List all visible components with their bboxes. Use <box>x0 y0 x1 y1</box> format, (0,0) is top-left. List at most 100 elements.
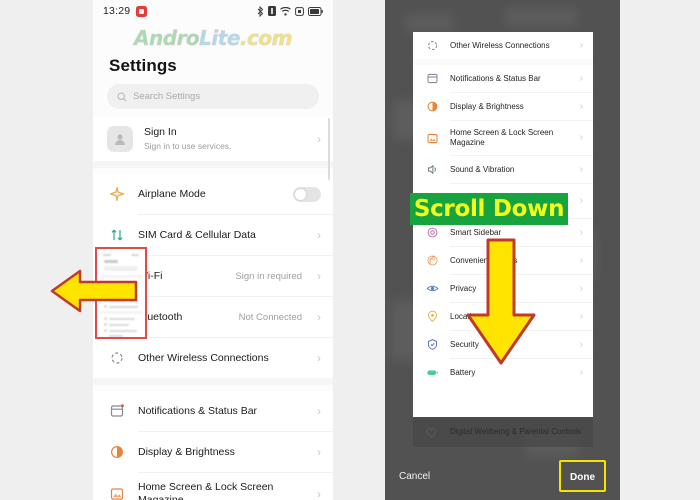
chevron-right-icon: › <box>579 254 583 266</box>
smart-sidebar-icon <box>425 225 440 240</box>
sheet-item-label: Sound & Vibration <box>450 164 515 174</box>
privacy-icon <box>425 281 440 296</box>
chevron-right-icon: › <box>579 100 583 112</box>
chevron-right-icon: › <box>579 39 583 51</box>
scroll-down-banner: Scroll Down <box>410 193 568 225</box>
screenshot-root: 13:29 AndroLite.com Settings Search Sett… <box>0 0 700 500</box>
sheet-item-label: Home Screen & Lock Screen Magazine <box>450 128 554 147</box>
chevron-right-icon: › <box>579 282 583 294</box>
sheet-item-label: Smart Sidebar <box>450 227 502 237</box>
wifi-label: Wi-Fi <box>138 269 163 282</box>
watermark-part-andro: Andro <box>134 26 200 51</box>
battery-icon <box>425 365 440 380</box>
sheet-footer: Cancel Done <box>385 452 620 500</box>
cancel-button[interactable]: Cancel <box>399 471 430 482</box>
sound-icon <box>425 162 440 177</box>
section-gap <box>93 378 333 385</box>
chevron-right-icon: › <box>317 351 321 365</box>
sidebar-item-notifications[interactable]: Notifications & Status Bar › <box>93 391 333 431</box>
chevron-right-icon: › <box>317 228 321 242</box>
display-brightness-label: Display & Brightness <box>138 445 235 458</box>
sheet-item-label: Display & Brightness <box>450 101 524 111</box>
wireless-icon <box>107 348 127 368</box>
brightness-icon <box>425 99 440 114</box>
notifications-icon <box>107 401 127 421</box>
chevron-right-icon: › <box>317 445 321 459</box>
watermark-part-lite: Lite <box>199 26 241 51</box>
sheet-item-display-brightness[interactable]: Display & Brightness › <box>413 93 593 120</box>
scroll-down-text: Scroll Down <box>413 196 565 222</box>
sheet-item-label: Notifications & Status Bar <box>450 73 541 83</box>
vibrate-icon <box>295 6 304 16</box>
sheet-item-digital-wellbeing[interactable]: Digital Wellbeing & Parental Controls <box>413 417 593 447</box>
airplane-icon <box>107 184 127 204</box>
bluetooth-status-value: Not Connected <box>238 311 302 323</box>
location-icon <box>425 309 440 324</box>
sign-in-subtitle: Sign in to use services. <box>144 141 232 151</box>
wellbeing-icon <box>425 425 440 440</box>
user-avatar-icon <box>107 126 133 152</box>
signal-icon <box>268 6 276 16</box>
left-phone-screenshot: 13:29 AndroLite.com Settings Search Sett… <box>93 0 333 500</box>
search-icon <box>117 91 127 102</box>
chevron-right-icon: › <box>317 310 321 324</box>
status-bar: 13:29 <box>93 0 333 22</box>
watermark-part-com: .com <box>239 26 293 51</box>
sidebar-item-airplane-mode[interactable]: Airplane Mode <box>93 174 333 214</box>
chevron-right-icon: › <box>579 310 583 322</box>
sign-in-card: Sign In Sign in to use services. › <box>93 117 333 161</box>
display-card: Notifications & Status Bar › Display & B… <box>93 391 333 500</box>
other-wireless-label: Other Wireless Connections <box>138 351 269 364</box>
done-button[interactable]: Done <box>570 472 595 483</box>
sheet-item-other-wireless[interactable]: Other Wireless Connections › <box>413 32 593 59</box>
search-placeholder: Search Settings <box>133 91 201 102</box>
wireless-icon <box>425 38 440 53</box>
done-button-highlight: Done <box>559 460 606 492</box>
chevron-right-icon: › <box>579 195 583 206</box>
section-gap <box>93 161 333 168</box>
sheet-item-sound-vibration[interactable]: Sound & Vibration › <box>413 156 593 183</box>
brightness-icon <box>107 442 127 462</box>
screen-record-icon <box>136 5 148 17</box>
home-screen-icon <box>425 131 440 146</box>
convenience-icon <box>425 253 440 268</box>
bluetooth-label: Bluetooth <box>138 310 183 323</box>
sheet-item-notifications[interactable]: Notifications & Status Bar › <box>413 65 593 92</box>
sidebar-item-display-brightness[interactable]: Display & Brightness › <box>93 432 333 472</box>
notifications-label: Notifications & Status Bar <box>138 404 258 417</box>
sidebar-item-sign-in[interactable]: Sign In Sign in to use services. › <box>93 117 333 161</box>
airplane-mode-label: Airplane Mode <box>138 187 206 200</box>
sim-card-label: SIM Card & Cellular Data <box>138 228 256 241</box>
battery-icon <box>308 6 323 16</box>
sheet-item-label: Other Wireless Connections <box>450 40 550 50</box>
sim-card-icon <box>107 225 127 245</box>
airplane-mode-toggle[interactable] <box>293 186 321 202</box>
sidebar-item-other-wireless[interactable]: Other Wireless Connections › <box>93 338 333 378</box>
wifi-status-value: Sign in required <box>235 270 302 282</box>
security-icon <box>425 337 440 352</box>
home-lock-screen-label: Home Screen & Lock Screen Magazine <box>138 481 274 500</box>
search-input[interactable]: Search Settings <box>107 84 319 109</box>
chevron-right-icon: › <box>579 226 583 238</box>
arrow-down-icon <box>466 238 536 365</box>
chevron-right-icon: › <box>579 132 583 143</box>
chevron-right-icon: › <box>579 338 583 350</box>
notifications-icon <box>425 71 440 86</box>
chevron-right-icon: › <box>317 487 321 500</box>
wifi-icon <box>280 6 291 16</box>
chevron-right-icon: › <box>579 366 583 378</box>
status-bar-icons <box>257 5 323 17</box>
bluetooth-icon <box>257 5 264 17</box>
sheet-item-label: Digital Wellbeing & Parental Controls <box>450 427 582 436</box>
status-bar-time: 13:29 <box>103 5 131 17</box>
home-screen-icon <box>107 484 127 500</box>
sidebar-item-home-lock-screen[interactable]: Home Screen & Lock Screen Magazine › <box>93 473 333 500</box>
page-title: Settings <box>109 56 177 75</box>
site-watermark: AndroLite.com <box>93 22 333 52</box>
sheet-item-home-lock-screen[interactable]: Home Screen & Lock Screen Magazine › <box>413 121 593 155</box>
chevron-right-icon: › <box>579 72 583 84</box>
chevron-right-icon: › <box>317 132 321 146</box>
sign-in-text: Sign In Sign in to use services. <box>144 126 306 152</box>
chevron-right-icon: › <box>579 163 583 175</box>
scrollbar-thumb[interactable] <box>327 118 330 180</box>
